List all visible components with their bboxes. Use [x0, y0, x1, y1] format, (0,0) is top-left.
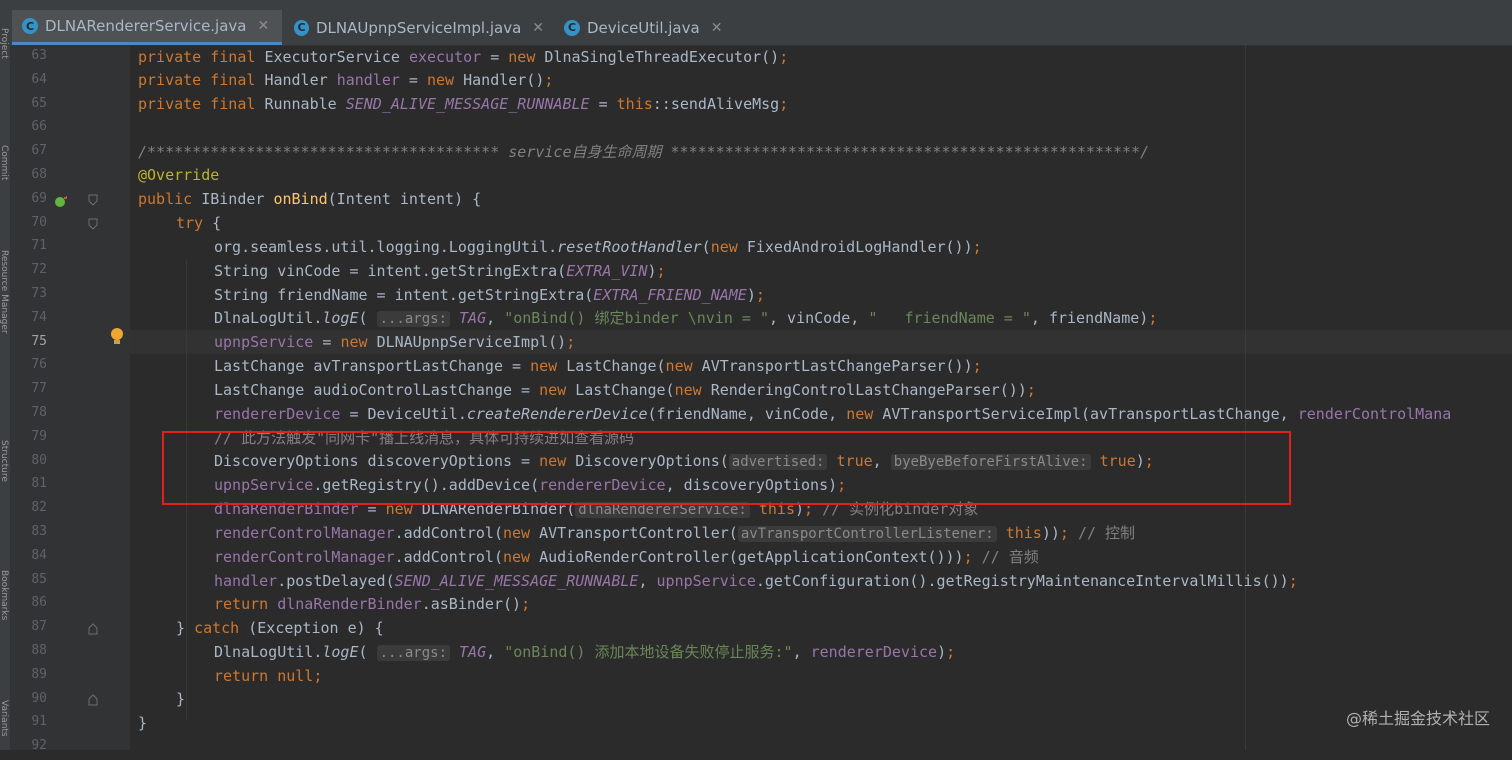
code-line-76: LastChange avTransportLastChange = new L… — [214, 357, 982, 375]
line-number: 88 — [31, 643, 47, 658]
close-icon[interactable]: ✕ — [258, 18, 270, 34]
code-line-83: renderControlManager.addControl(new AVTr… — [214, 524, 1136, 542]
code-line-69: public IBinder onBind(Intent intent) { — [138, 190, 482, 208]
line-number: 75 — [31, 333, 47, 349]
line-number: 71 — [31, 238, 47, 254]
code-line-74: DlnaLogUtil.logE( ...args: TAG, "onBind(… — [214, 309, 1158, 327]
code-line-89: return null; — [214, 667, 323, 685]
line-number: 79 — [31, 428, 47, 444]
line-number: 72 — [31, 262, 47, 278]
bookmarks-tool-button[interactable]: Bookmarks — [0, 570, 9, 665]
code-line-90: } — [176, 690, 186, 708]
left-tool-strip: Project Commit Resource Manager Structur… — [0, 10, 11, 750]
code-line-78: rendererDevice = DeviceUtil.createRender… — [214, 405, 1452, 423]
line-number: 82 — [31, 500, 47, 516]
line-number: 84 — [31, 547, 47, 563]
fold-icon[interactable] — [88, 218, 100, 230]
code-line-71: org.seamless.util.logging.LoggingUtil.re… — [214, 238, 982, 256]
tab-dlnaupnpserviceimpl[interactable]: C DLNAUpnpServiceImpl.java ✕ — [284, 10, 554, 45]
top-toolbar — [0, 0, 1512, 10]
code-line-73: String friendName = intent.getStringExtr… — [214, 286, 765, 304]
code-line-64: private final Handler handler = new Hand… — [138, 71, 554, 89]
fold-icon[interactable] — [88, 694, 100, 706]
line-number: 70 — [31, 214, 47, 230]
build-variants-tool-button[interactable]: Variants — [0, 700, 9, 760]
close-icon[interactable]: ✕ — [532, 20, 544, 36]
code-line-87: } catch (Exception e) { — [176, 619, 384, 637]
highlight-box — [162, 431, 1291, 505]
line-number: 85 — [31, 571, 47, 587]
line-number: 65 — [31, 95, 47, 111]
line-number: 63 — [31, 48, 47, 63]
line-number: 64 — [31, 71, 47, 87]
line-number: 91 — [31, 714, 47, 730]
line-number: 66 — [31, 119, 47, 135]
line-number: 81 — [31, 476, 47, 492]
java-class-icon: C — [294, 19, 309, 36]
code-line-77: LastChange audioControlLastChange = new … — [214, 381, 1036, 399]
line-number: 68 — [31, 167, 47, 182]
line-number: 89 — [31, 666, 47, 682]
code-line-63: private final ExecutorService executor =… — [138, 48, 789, 66]
tab-dlnarendererservice[interactable]: C DLNARendererService.java ✕ — [12, 10, 282, 45]
line-number: 73 — [31, 286, 47, 301]
parameter-hint: ...args: — [376, 645, 450, 661]
java-class-icon: C — [564, 19, 580, 36]
code-line-91: } — [138, 714, 148, 732]
code-line-88: DlnaLogUtil.logE( ...args: TAG, "onBind(… — [214, 643, 956, 661]
line-number: 67 — [31, 143, 47, 159]
line-number: 92 — [31, 738, 47, 754]
code-line-86: return dlnaRenderBinder.asBinder(); — [214, 595, 531, 613]
java-class-icon: C — [22, 18, 38, 34]
tab-label: DeviceUtil.java — [587, 18, 700, 37]
structure-tool-button[interactable]: Structure — [0, 440, 9, 535]
line-number: 83 — [31, 524, 47, 539]
line-number: 90 — [31, 690, 47, 706]
tab-label: DLNAUpnpServiceImpl.java — [315, 18, 522, 37]
code-editor[interactable]: private final ExecutorService executor =… — [130, 45, 1512, 750]
code-line-67: /***************************************… — [138, 143, 1150, 161]
commit-tool-button[interactable]: Commit — [0, 145, 9, 215]
parameter-hint: ...args: — [376, 311, 450, 327]
line-number: 87 — [31, 619, 47, 635]
line-number: 80 — [31, 452, 47, 468]
code-line-65: private final Runnable SEND_ALIVE_MESSAG… — [138, 95, 789, 113]
lightbulb-icon[interactable] — [110, 328, 124, 346]
resource-manager-tool-button[interactable]: Resource Manager — [0, 250, 9, 400]
line-number: 76 — [31, 357, 47, 373]
project-tool-button[interactable]: Project — [0, 28, 9, 98]
parameter-hint: avTransportControllerListener: — [737, 526, 997, 542]
watermark: @稀土掘金技术社区 — [1345, 709, 1490, 728]
line-number: 78 — [31, 405, 47, 420]
line-number: 77 — [31, 381, 47, 397]
fold-icon[interactable] — [88, 194, 100, 206]
fold-icon[interactable] — [88, 623, 100, 635]
line-number: 69 — [31, 190, 47, 206]
editor-tab-bar: C DLNARendererService.java ✕ C DLNAUpnpS… — [10, 10, 1512, 46]
close-icon[interactable]: ✕ — [711, 20, 723, 36]
code-line-85: handler.postDelayed(SEND_ALIVE_MESSAGE_R… — [214, 572, 1298, 590]
code-line-68: @Override — [138, 166, 220, 184]
code-line-84: renderControlManager.addControl(new Audi… — [214, 548, 1039, 566]
code-line-75: upnpService = new DLNAUpnpServiceImpl(); — [214, 333, 576, 351]
code-line-72: String vinCode = intent.getStringExtra(E… — [214, 262, 666, 280]
line-number: 86 — [31, 595, 47, 611]
line-number: 74 — [31, 309, 47, 325]
tab-label: DLNARendererService.java — [45, 17, 247, 35]
implements-method-icon[interactable] — [55, 193, 68, 207]
tab-deviceutil[interactable]: C DeviceUtil.java ✕ — [554, 10, 754, 45]
code-line-70: try { — [176, 214, 222, 232]
